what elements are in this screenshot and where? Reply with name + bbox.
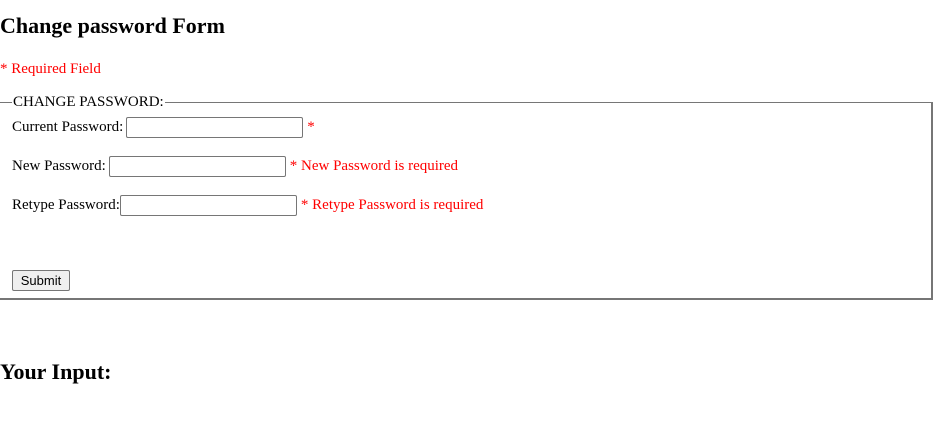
current-password-input[interactable]: [126, 116, 304, 138]
required-field-note: * Required Field: [0, 61, 101, 77]
your-input-heading: Your Input:: [0, 359, 112, 384]
fieldset-border-segment: [0, 102, 12, 103]
current-password-row: Current Password: *: [12, 116, 315, 138]
retype-password-error: * Retype Password is required: [300, 197, 484, 213]
new-password-row: New Password: * New Password is required: [12, 155, 458, 177]
current-password-required-marker: *: [307, 119, 315, 135]
submit-button[interactable]: Submit: [12, 270, 70, 291]
new-password-label: New Password:: [12, 158, 106, 174]
new-password-error: * New Password is required: [289, 158, 459, 174]
retype-password-input[interactable]: [119, 194, 297, 216]
new-password-input[interactable]: [108, 155, 286, 177]
current-password-label: Current Password:: [12, 119, 124, 135]
retype-password-label: Retype Password:: [12, 197, 120, 213]
page-title: Change password Form: [0, 13, 225, 38]
page: Change password Form * Required Field CH…: [0, 0, 939, 438]
retype-password-row: Retype Password: * Retype Password is re…: [12, 194, 483, 216]
fieldset-legend: CHANGE PASSWORD:: [13, 94, 164, 110]
